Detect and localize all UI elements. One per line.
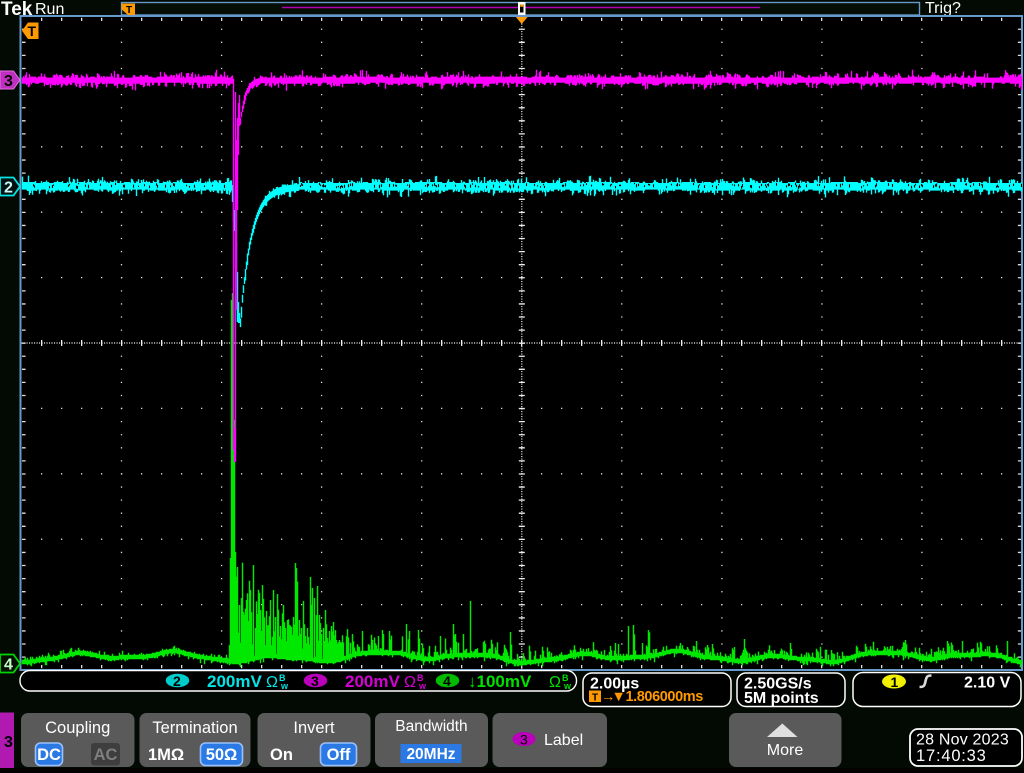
svg-text:4: 4 xyxy=(443,673,451,689)
svg-text:4: 4 xyxy=(4,657,13,674)
svg-text:Trig?: Trig? xyxy=(925,0,961,17)
svg-text:2: 2 xyxy=(173,673,181,689)
svg-text:w: w xyxy=(418,681,427,691)
svg-text:Coupling: Coupling xyxy=(45,719,110,737)
svg-text:On: On xyxy=(270,746,293,764)
svg-text:28 Nov 2023: 28 Nov 2023 xyxy=(916,732,1009,749)
svg-text:200mV: 200mV xyxy=(207,672,262,691)
svg-text:2.10 V: 2.10 V xyxy=(964,675,1011,692)
svg-text:▼1.806000ms: ▼1.806000ms xyxy=(612,689,704,705)
svg-text:Bandwidth: Bandwidth xyxy=(395,718,467,735)
svg-text:↓100mV: ↓100mV xyxy=(468,672,532,691)
svg-text:Ω: Ω xyxy=(549,674,561,691)
svg-text:50Ω: 50Ω xyxy=(206,746,238,764)
svg-text:AC: AC xyxy=(94,746,118,764)
svg-text:Ω: Ω xyxy=(404,674,416,691)
svg-text:5M points: 5M points xyxy=(744,690,819,707)
svg-text:3: 3 xyxy=(4,734,13,751)
svg-text:3: 3 xyxy=(520,732,528,748)
svg-text:1MΩ: 1MΩ xyxy=(148,746,184,764)
svg-text:Off: Off xyxy=(327,746,351,764)
svg-text:Ω: Ω xyxy=(266,674,278,691)
svg-text:2: 2 xyxy=(4,180,13,197)
svg-text:T: T xyxy=(28,23,37,39)
svg-text:DC: DC xyxy=(37,746,61,764)
svg-text:w: w xyxy=(563,681,572,691)
svg-text:T: T xyxy=(592,693,598,704)
svg-text:1: 1 xyxy=(891,674,899,690)
svg-text:Label: Label xyxy=(544,732,583,749)
svg-text:3: 3 xyxy=(311,673,319,689)
svg-text:More: More xyxy=(767,742,804,759)
svg-text:20MHz: 20MHz xyxy=(406,746,455,763)
svg-text:Invert: Invert xyxy=(293,719,335,737)
svg-text:w: w xyxy=(280,681,289,691)
svg-text:17:40:33: 17:40:33 xyxy=(916,747,987,765)
svg-text:200mV: 200mV xyxy=(345,672,400,691)
svg-text:Termination: Termination xyxy=(152,719,237,737)
svg-text:3: 3 xyxy=(4,73,13,90)
svg-text:T: T xyxy=(126,5,132,16)
